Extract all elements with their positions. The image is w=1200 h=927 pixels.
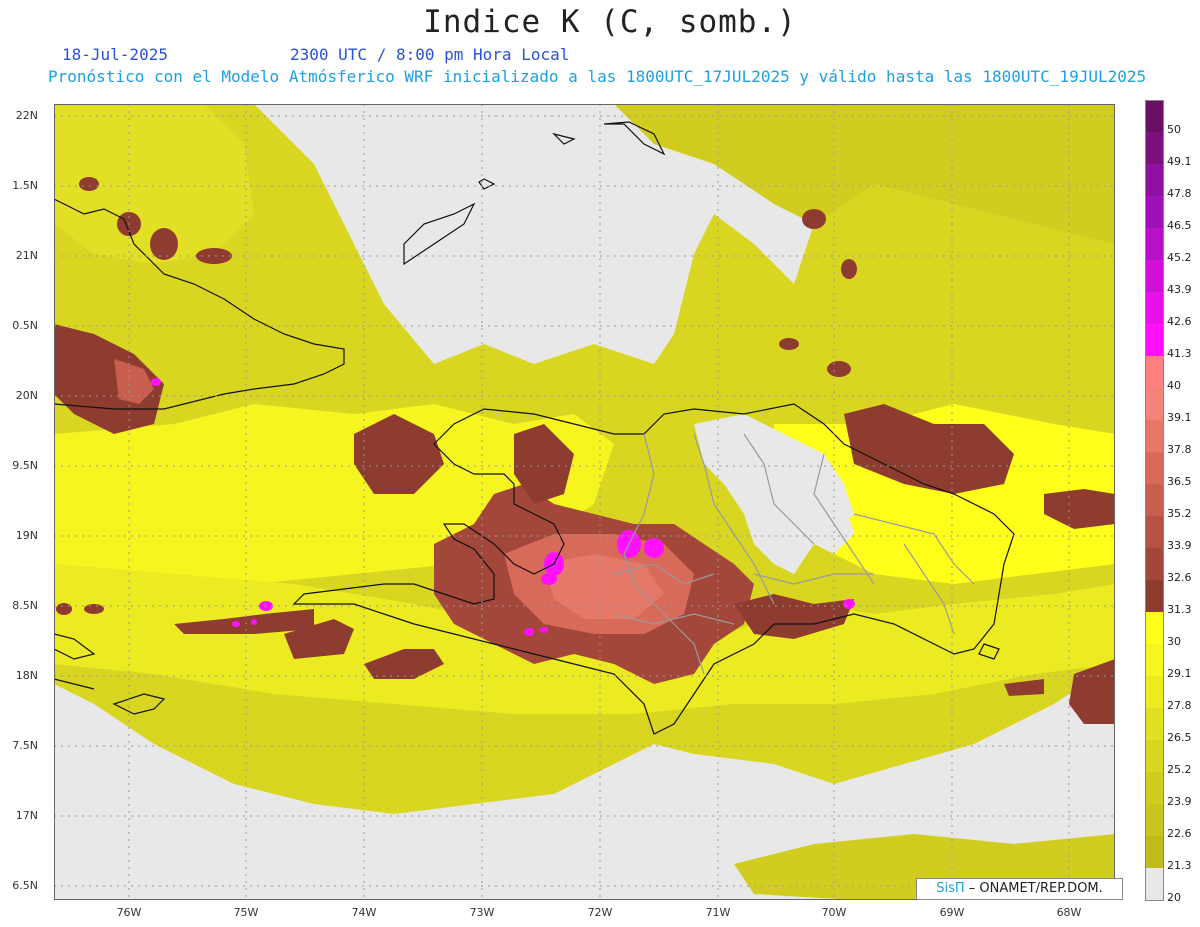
lat-label: 17N bbox=[15, 809, 38, 822]
brown-spot-8 bbox=[779, 338, 799, 350]
lat-label: 0.5N bbox=[12, 319, 38, 332]
colorbar-label: 49.1 bbox=[1167, 155, 1192, 168]
colorbar-swatch bbox=[1145, 804, 1164, 836]
colorbar-swatch bbox=[1145, 548, 1164, 580]
lat-label: 9.5N bbox=[12, 459, 38, 472]
colorbar-swatch bbox=[1145, 356, 1164, 388]
colorbar-swatch bbox=[1145, 196, 1164, 228]
lat-label: 20N bbox=[15, 389, 38, 402]
colorbar-swatch bbox=[1145, 388, 1164, 420]
colorbar-label: 25.2 bbox=[1167, 763, 1192, 776]
colorbar-swatch bbox=[1145, 708, 1164, 740]
colorbar-label: 35.2 bbox=[1167, 507, 1192, 520]
colorbar-label: 21.3 bbox=[1167, 859, 1192, 872]
lat-label: 7.5N bbox=[12, 739, 38, 752]
colorbar-swatch bbox=[1145, 836, 1164, 868]
brown-spot-6 bbox=[841, 259, 857, 279]
credit-box: SisΠ – ONAMET/REP.DOM. bbox=[916, 878, 1123, 900]
colorbar-label: 31.3 bbox=[1167, 603, 1192, 616]
colorbar-label: 32.6 bbox=[1167, 571, 1192, 584]
forecast-time: 2300 UTC / 8:00 pm Hora Local bbox=[290, 45, 570, 64]
credit-sis: SisΠ bbox=[936, 881, 965, 896]
colorbar-swatch bbox=[1145, 164, 1164, 196]
colorbar-label: 30 bbox=[1167, 635, 1181, 648]
colorbar-label: 36.5 bbox=[1167, 475, 1192, 488]
colorbar-label: 43.9 bbox=[1167, 283, 1192, 296]
lon-label: 71W bbox=[705, 906, 731, 919]
brown-spot-5 bbox=[802, 209, 826, 229]
lat-label: 19N bbox=[15, 529, 38, 542]
colorbar-label: 50 bbox=[1167, 123, 1181, 136]
lat-label: 22N bbox=[15, 109, 38, 122]
lon-label: 74W bbox=[351, 906, 377, 919]
colorbar-label: 42.6 bbox=[1167, 315, 1192, 328]
brown-spot-10 bbox=[84, 604, 104, 614]
colorbar-label: 40 bbox=[1167, 379, 1181, 392]
colorbar-label: 33.9 bbox=[1167, 539, 1192, 552]
colorbar-swatch bbox=[1145, 868, 1164, 901]
colorbar-label: 20 bbox=[1167, 891, 1181, 904]
colorbar-label: 41.3 bbox=[1167, 347, 1192, 360]
lon-label: 73W bbox=[469, 906, 495, 919]
lat-label: 6.5N bbox=[12, 879, 38, 892]
colorbar-swatch bbox=[1145, 420, 1164, 452]
colorbar-label: 45.2 bbox=[1167, 251, 1192, 264]
forecast-date: 18-Jul-2025 bbox=[62, 45, 168, 64]
brown-spot-9 bbox=[56, 603, 72, 615]
colorbar-label: 22.6 bbox=[1167, 827, 1192, 840]
brown-spot-7 bbox=[827, 361, 851, 377]
colorbar-label: 47.8 bbox=[1167, 187, 1192, 200]
colorbar-swatch bbox=[1145, 484, 1164, 516]
lat-label: 1.5N bbox=[12, 179, 38, 192]
k-index-map bbox=[54, 104, 1115, 900]
lon-label: 72W bbox=[587, 906, 613, 919]
colorbar-swatch bbox=[1145, 100, 1164, 133]
brown-spot-3 bbox=[150, 228, 178, 260]
lon-label: 76W bbox=[116, 906, 142, 919]
lat-label: 8.5N bbox=[12, 599, 38, 612]
lat-label: 21N bbox=[15, 249, 38, 262]
lon-label: 75W bbox=[233, 906, 259, 919]
lon-label: 70W bbox=[821, 906, 847, 919]
brown-spot-1 bbox=[79, 177, 99, 191]
colorbar-swatch bbox=[1145, 580, 1164, 612]
colorbar-swatch bbox=[1145, 644, 1164, 676]
colorbar-label: 23.9 bbox=[1167, 795, 1192, 808]
colorbar-label: 46.5 bbox=[1167, 219, 1192, 232]
lat-label: 18N bbox=[15, 669, 38, 682]
colorbar-label: 27.8 bbox=[1167, 699, 1192, 712]
colorbar-swatch bbox=[1145, 772, 1164, 804]
colorbar-swatch bbox=[1145, 516, 1164, 548]
lon-label: 68W bbox=[1056, 906, 1082, 919]
colorbar-swatch bbox=[1145, 452, 1164, 484]
forecast-description: Pronóstico con el Modelo Atmósferico WRF… bbox=[48, 67, 1147, 86]
colorbar-label: 26.5 bbox=[1167, 731, 1192, 744]
colorbar-label: 29.1 bbox=[1167, 667, 1192, 680]
colorbar-swatch bbox=[1145, 612, 1164, 644]
colorbar-swatch bbox=[1145, 260, 1164, 292]
colorbar-swatch bbox=[1145, 132, 1164, 164]
map-title: Indice K (C, somb.) bbox=[423, 4, 797, 40]
colorbar-swatch bbox=[1145, 740, 1164, 772]
colorbar-label: 37.8 bbox=[1167, 443, 1192, 456]
colorbar-swatch bbox=[1145, 676, 1164, 708]
lon-label: 69W bbox=[939, 906, 965, 919]
credit-org: – ONAMET/REP.DOM. bbox=[964, 881, 1103, 896]
colorbar-label: 39.1 bbox=[1167, 411, 1192, 424]
colorbar-swatch bbox=[1145, 324, 1164, 356]
colorbar-swatch bbox=[1145, 228, 1164, 260]
colorbar-swatch bbox=[1145, 292, 1164, 324]
